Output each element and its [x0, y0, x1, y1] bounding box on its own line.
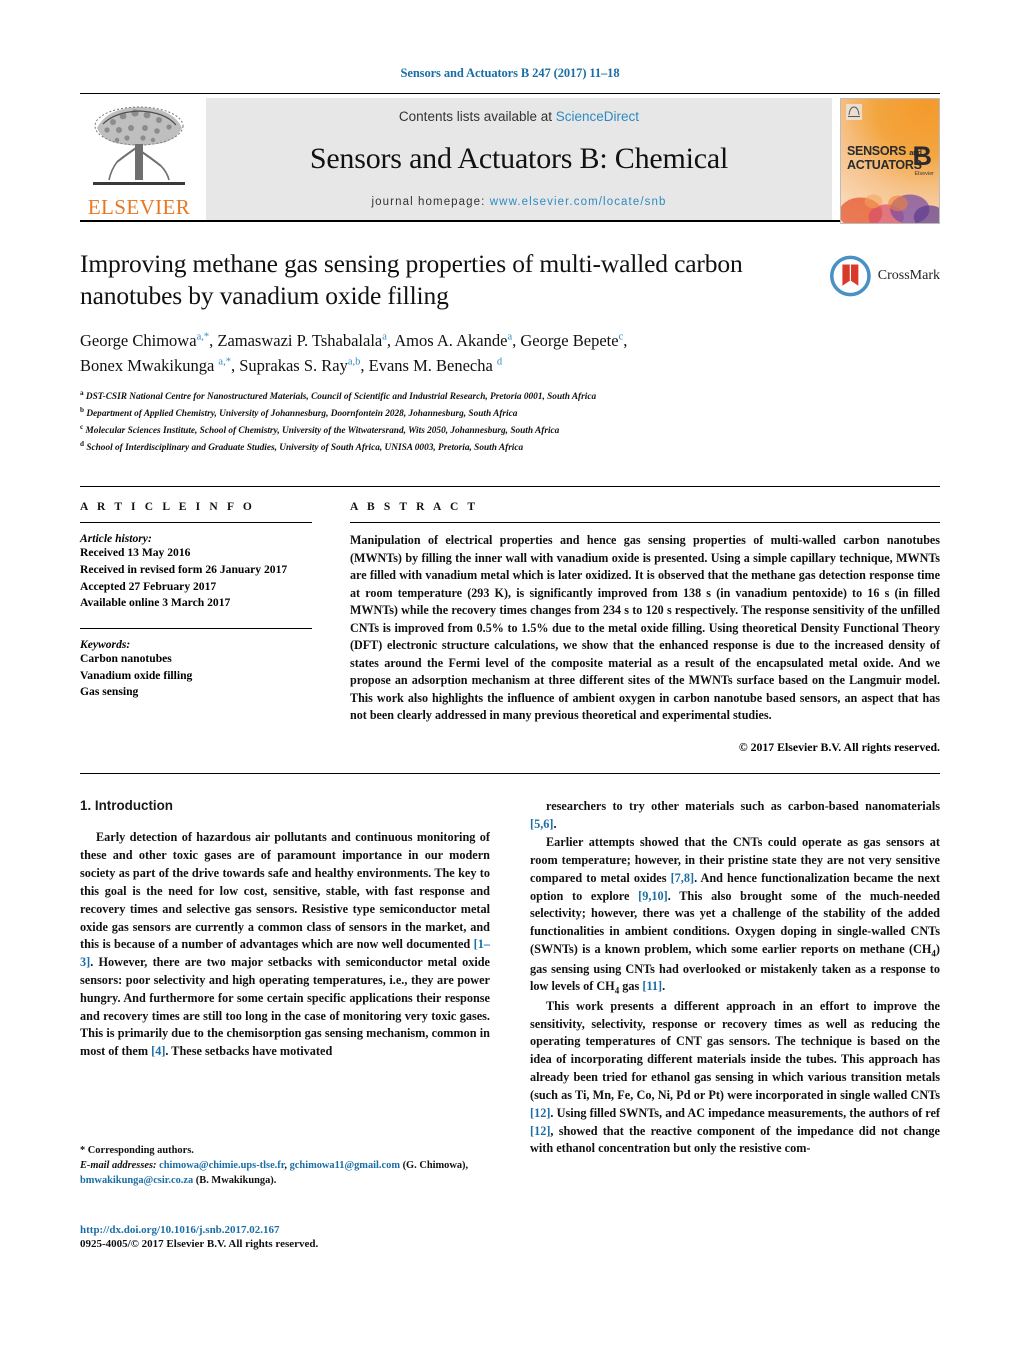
- author-line-1: George Chimowaa,*, Zamaswazi P. Tshabala…: [80, 331, 628, 351]
- affiliation-text: Molecular Sciences Institute, School of …: [85, 426, 560, 437]
- affiliation-mark: b: [80, 405, 84, 414]
- affiliation-item: d School of Interdisciplinary and Gradua…: [80, 439, 940, 456]
- history-item: Accepted 27 February 2017: [80, 579, 217, 593]
- affiliation-item: c Molecular Sciences Institute, School o…: [80, 422, 940, 439]
- email-label: E-mail addresses:: [80, 1159, 157, 1171]
- article-info-heading: A R T I C L E I N F O: [80, 501, 255, 514]
- article-info-rule: [80, 522, 312, 524]
- crossmark-icon: [830, 255, 871, 297]
- title-block: Improving methane gas sensing properties…: [80, 248, 940, 456]
- issn-copyright: 0925-4005/© 2017 Elsevier B.V. All right…: [80, 1238, 319, 1250]
- crossmark-badge[interactable]: CrossMark: [830, 250, 940, 302]
- body-paragraph: This work presents a different approach …: [530, 998, 940, 1156]
- masthead-center: Contents lists available at ScienceDirec…: [206, 98, 832, 220]
- history-item: Available online 3 March 2017: [80, 596, 231, 610]
- elsevier-logo: ELSEVIER: [80, 98, 198, 220]
- abstract-text: Manipulation of electrical properties an…: [350, 533, 940, 722]
- body-right-column: researchers to try other materials such …: [530, 798, 940, 1158]
- cover-line2: ACTUATORS: [847, 157, 922, 172]
- homepage-url-link[interactable]: www.elsevier.com/locate/snb: [490, 196, 667, 208]
- journal-cover-thumbnail: SENSORS and ACTUATORS B Elsevier: [840, 98, 940, 224]
- affiliation-text: Department of Applied Chemistry, Univers…: [86, 408, 518, 419]
- journal-masthead: ELSEVIER Contents lists available at Sci…: [80, 94, 940, 224]
- sciencedirect-link[interactable]: ScienceDirect: [556, 109, 639, 124]
- crossmark-label: CrossMark: [877, 268, 940, 283]
- corresponding-author-note: * Corresponding authors.: [80, 1145, 194, 1156]
- elsevier-wordmark: ELSEVIER: [87, 195, 191, 219]
- abstract-rule: [350, 522, 940, 524]
- cover-series-letter: B: [912, 141, 933, 171]
- cover-title-text: SENSORS and ACTUATORS: [847, 144, 922, 172]
- affiliation-mark: a: [80, 388, 84, 397]
- footer-doi-block: http://dx.doi.org/10.1016/j.snb.2017.02.…: [80, 1224, 540, 1250]
- homepage-prefix: journal homepage:: [371, 195, 486, 208]
- body-paragraph: researchers to try other materials such …: [530, 799, 940, 832]
- journal-title: Sensors and Actuators B: Chemical: [309, 141, 729, 175]
- keyword-item: Gas sensing: [80, 685, 139, 699]
- affiliation-mark: c: [80, 423, 84, 432]
- abstract-column: A B S T R A C T Manipulation of electric…: [342, 501, 940, 755]
- doi-link[interactable]: http://dx.doi.org/10.1016/j.snb.2017.02.…: [80, 1224, 540, 1236]
- affiliation-text: School of Interdisciplinary and Graduate…: [86, 443, 524, 454]
- body-left-column: 1. Introduction Early detection of hazar…: [80, 798, 490, 1158]
- history-item: Received 13 May 2016: [80, 546, 191, 560]
- body-paragraph: Early detection of hazardous air polluta…: [80, 830, 490, 1059]
- masthead-bottom-rule: [80, 220, 940, 222]
- article-info-column: A R T I C L E I N F O Article history: R…: [80, 501, 342, 755]
- contents-list-line: Contents lists available at ScienceDirec…: [399, 109, 639, 124]
- abstract-bottom-rule: [80, 773, 940, 775]
- keywords-label: Keywords:: [80, 638, 131, 652]
- keywords-rule: [80, 628, 312, 630]
- body-paragraph: Earlier attempts showed that the CNTs co…: [530, 835, 940, 996]
- author-list: George Chimowaa,*, Zamaswazi P. Tshabala…: [80, 329, 810, 379]
- article-history-label: Article history:: [80, 532, 152, 546]
- footnote-block: * Corresponding authors. E-mail addresse…: [80, 1144, 480, 1188]
- affiliation-mark: d: [80, 440, 84, 449]
- journal-homepage-line: journal homepage: www.elsevier.com/locat…: [372, 196, 667, 208]
- cover-sublabel: Elsevier: [914, 171, 934, 177]
- affiliation-list: a DST-CSIR National Centre for Nanostruc…: [80, 388, 940, 457]
- page-title: Improving methane gas sensing properties…: [80, 249, 743, 311]
- elsevier-tree-icon: [93, 106, 185, 185]
- email-addresses-note: E-mail addresses: chimowa@chimie.ups-tls…: [80, 1159, 480, 1189]
- body-two-column: 1. Introduction Early detection of hazar…: [80, 798, 940, 1158]
- affiliation-item: b Department of Applied Chemistry, Unive…: [80, 405, 940, 422]
- author-line-2: Bonex Mwakikunga a,*, Suprakas S. Raya,b…: [80, 356, 503, 375]
- cover-line1: SENSORS: [847, 144, 907, 158]
- keyword-item: Carbon nanotubes: [80, 652, 172, 666]
- abstract-heading: A B S T R A C T: [350, 501, 479, 514]
- section-heading-introduction: 1. Introduction: [80, 798, 173, 814]
- running-head: Sensors and Actuators B 247 (2017) 11–18: [400, 66, 620, 80]
- contents-prefix: Contents lists available at: [398, 108, 553, 124]
- history-item: Received in revised form 26 January 2017: [80, 563, 288, 576]
- abstract-copyright: © 2017 Elsevier B.V. All rights reserved…: [738, 740, 940, 755]
- affiliation-item: a DST-CSIR National Centre for Nanostruc…: [80, 388, 940, 405]
- article-page: Sensors and Actuators B 247 (2017) 11–18: [0, 0, 1020, 1351]
- affiliation-text: DST-CSIR National Centre for Nanostructu…: [85, 391, 597, 402]
- info-abstract-area: A R T I C L E I N F O Article history: R…: [80, 487, 940, 755]
- keyword-item: Vanadium oxide filling: [80, 668, 193, 682]
- cover-elsevier-icon: [846, 104, 862, 120]
